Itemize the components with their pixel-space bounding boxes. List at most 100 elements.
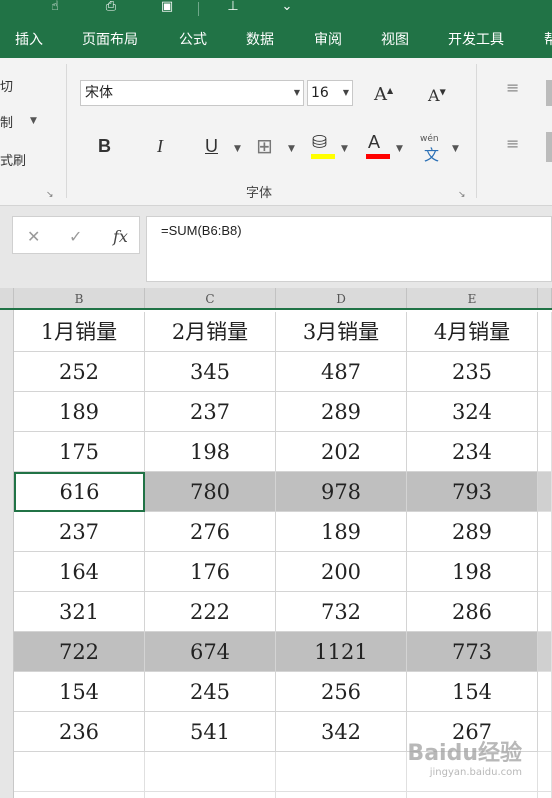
font-color-button[interactable]: A <box>368 132 380 153</box>
header-cell-e[interactable]: 4月销量 <box>407 312 538 352</box>
cell-b[interactable]: 154 <box>14 672 145 712</box>
cell-f[interactable] <box>538 352 552 392</box>
font-size-combobox[interactable]: 16 ▼ <box>307 80 353 106</box>
cell-f[interactable] <box>538 632 552 672</box>
cell-b[interactable]: 321 <box>14 592 145 632</box>
cell-c[interactable]: 674 <box>145 632 276 672</box>
empty-cell[interactable] <box>14 752 145 792</box>
italic-button[interactable]: I <box>157 136 163 157</box>
cell-e[interactable]: 198 <box>407 552 538 592</box>
cell-b[interactable]: 175 <box>14 432 145 472</box>
chevron-down-icon[interactable]: ▼ <box>343 81 349 105</box>
header-cell-c[interactable]: 2月销量 <box>145 312 276 352</box>
tab-developer[interactable]: 开发工具 <box>448 22 504 58</box>
touch-mode-icon[interactable]: ☝ <box>44 0 66 14</box>
merge-button[interactable] <box>546 132 552 162</box>
cell-d[interactable]: 200 <box>276 552 407 592</box>
cell-e[interactable]: 324 <box>407 392 538 432</box>
phonetic-guide-icon[interactable]: 文 <box>424 144 439 165</box>
cell-d[interactable]: 342 <box>276 712 407 752</box>
cell-e[interactable]: 773 <box>407 632 538 672</box>
cell-d[interactable]: 189 <box>276 512 407 552</box>
cell-b[interactable]: 236 <box>14 712 145 752</box>
font-color-dropdown-icon[interactable]: ▼ <box>396 144 403 154</box>
cell-d[interactable]: 487 <box>276 352 407 392</box>
format-painter-button[interactable]: 式刷 <box>0 150 26 169</box>
phonetic-dropdown-icon[interactable]: ▼ <box>452 144 459 154</box>
cell-c[interactable]: 237 <box>145 392 276 432</box>
cell-f[interactable] <box>538 512 552 552</box>
copy-button[interactable]: 制 <box>0 112 13 131</box>
customize-toolbar-icon[interactable]: ⌄ <box>276 0 298 14</box>
chevron-down-icon[interactable]: ▼ <box>294 81 300 105</box>
empty-cell[interactable] <box>276 752 407 792</box>
cell-c[interactable]: 541 <box>145 712 276 752</box>
tab-view[interactable]: 视图 <box>381 22 409 58</box>
column-header-b[interactable]: B <box>14 288 145 308</box>
cancel-icon[interactable]: ✕ <box>27 227 40 246</box>
column-header-c[interactable]: C <box>145 288 276 308</box>
copy-dropdown-icon[interactable]: ▼ <box>30 116 37 126</box>
clipboard-launcher-icon[interactable]: ↘ <box>46 190 54 200</box>
cell-c[interactable]: 198 <box>145 432 276 472</box>
phonetic-guide-top[interactable]: wén <box>420 134 439 144</box>
column-header-d[interactable]: D <box>276 288 407 308</box>
select-all-corner[interactable] <box>0 288 14 308</box>
cell-c[interactable]: 245 <box>145 672 276 712</box>
align-left-icon[interactable]: ≡ <box>506 134 519 153</box>
font-name-combobox[interactable]: 宋体 ▼ <box>80 80 304 106</box>
cell-f[interactable] <box>538 472 552 512</box>
camera-icon[interactable]: ▣ <box>156 0 178 14</box>
cell-d[interactable]: 202 <box>276 432 407 472</box>
tab-formulas[interactable]: 公式 <box>179 22 207 58</box>
cell-f[interactable] <box>538 672 552 712</box>
print-preview-icon[interactable]: ⎙ <box>100 0 122 14</box>
borders-icon[interactable]: ⊞ <box>256 134 273 158</box>
cell-d[interactable]: 732 <box>276 592 407 632</box>
font-launcher-icon[interactable]: ↘ <box>458 190 466 200</box>
cell-e[interactable]: 235 <box>407 352 538 392</box>
cell-d[interactable]: 1121 <box>276 632 407 672</box>
cell-d[interactable]: 256 <box>276 672 407 712</box>
cut-button[interactable]: 切 <box>0 76 13 95</box>
cell-f[interactable] <box>538 312 552 352</box>
empty-cell[interactable] <box>407 792 538 798</box>
cell-f[interactable] <box>538 592 552 632</box>
borders-dropdown-icon[interactable]: ▼ <box>288 144 295 154</box>
header-cell-b[interactable]: 1月销量 <box>14 312 145 352</box>
cell-f[interactable] <box>538 792 552 798</box>
fill-color-icon[interactable]: ⛁ <box>312 132 327 153</box>
decrease-font-size-button[interactable]: A▼ <box>428 86 446 105</box>
cell-d[interactable]: 978 <box>276 472 407 512</box>
cell-e[interactable]: 234 <box>407 432 538 472</box>
enter-icon[interactable]: ✓ <box>69 227 82 246</box>
empty-cell[interactable] <box>276 792 407 798</box>
column-header-f[interactable] <box>538 288 552 308</box>
cell-b[interactable]: 252 <box>14 352 145 392</box>
empty-cell[interactable] <box>145 792 276 798</box>
fill-color-dropdown-icon[interactable]: ▼ <box>341 144 348 154</box>
column-header-e[interactable]: E <box>407 288 538 308</box>
underline-dropdown-icon[interactable]: ▼ <box>234 144 241 154</box>
increase-font-size-button[interactable]: A▲ <box>374 84 393 105</box>
cell-f[interactable] <box>538 392 552 432</box>
cell-b[interactable]: 616 <box>14 472 145 512</box>
empty-cell[interactable] <box>145 752 276 792</box>
formula-input[interactable]: =SUM(B6:B8) <box>146 216 552 282</box>
align-top-icon[interactable]: ≡ <box>506 78 519 97</box>
insert-function-button[interactable]: fx <box>113 227 128 246</box>
cell-c[interactable]: 176 <box>145 552 276 592</box>
tab-help[interactable]: 帮 <box>544 22 552 58</box>
cell-e[interactable]: 286 <box>407 592 538 632</box>
empty-cell[interactable] <box>14 792 145 798</box>
cell-e[interactable]: 289 <box>407 512 538 552</box>
cell-e[interactable]: 793 <box>407 472 538 512</box>
underline-button[interactable]: U <box>205 136 218 157</box>
cell-f[interactable] <box>538 752 552 792</box>
cell-e[interactable]: 154 <box>407 672 538 712</box>
cell-b[interactable]: 189 <box>14 392 145 432</box>
tab-insert[interactable]: 插入 <box>15 22 43 58</box>
tab-data[interactable]: 数据 <box>246 22 274 58</box>
cell-b[interactable]: 722 <box>14 632 145 672</box>
header-cell-d[interactable]: 3月销量 <box>276 312 407 352</box>
